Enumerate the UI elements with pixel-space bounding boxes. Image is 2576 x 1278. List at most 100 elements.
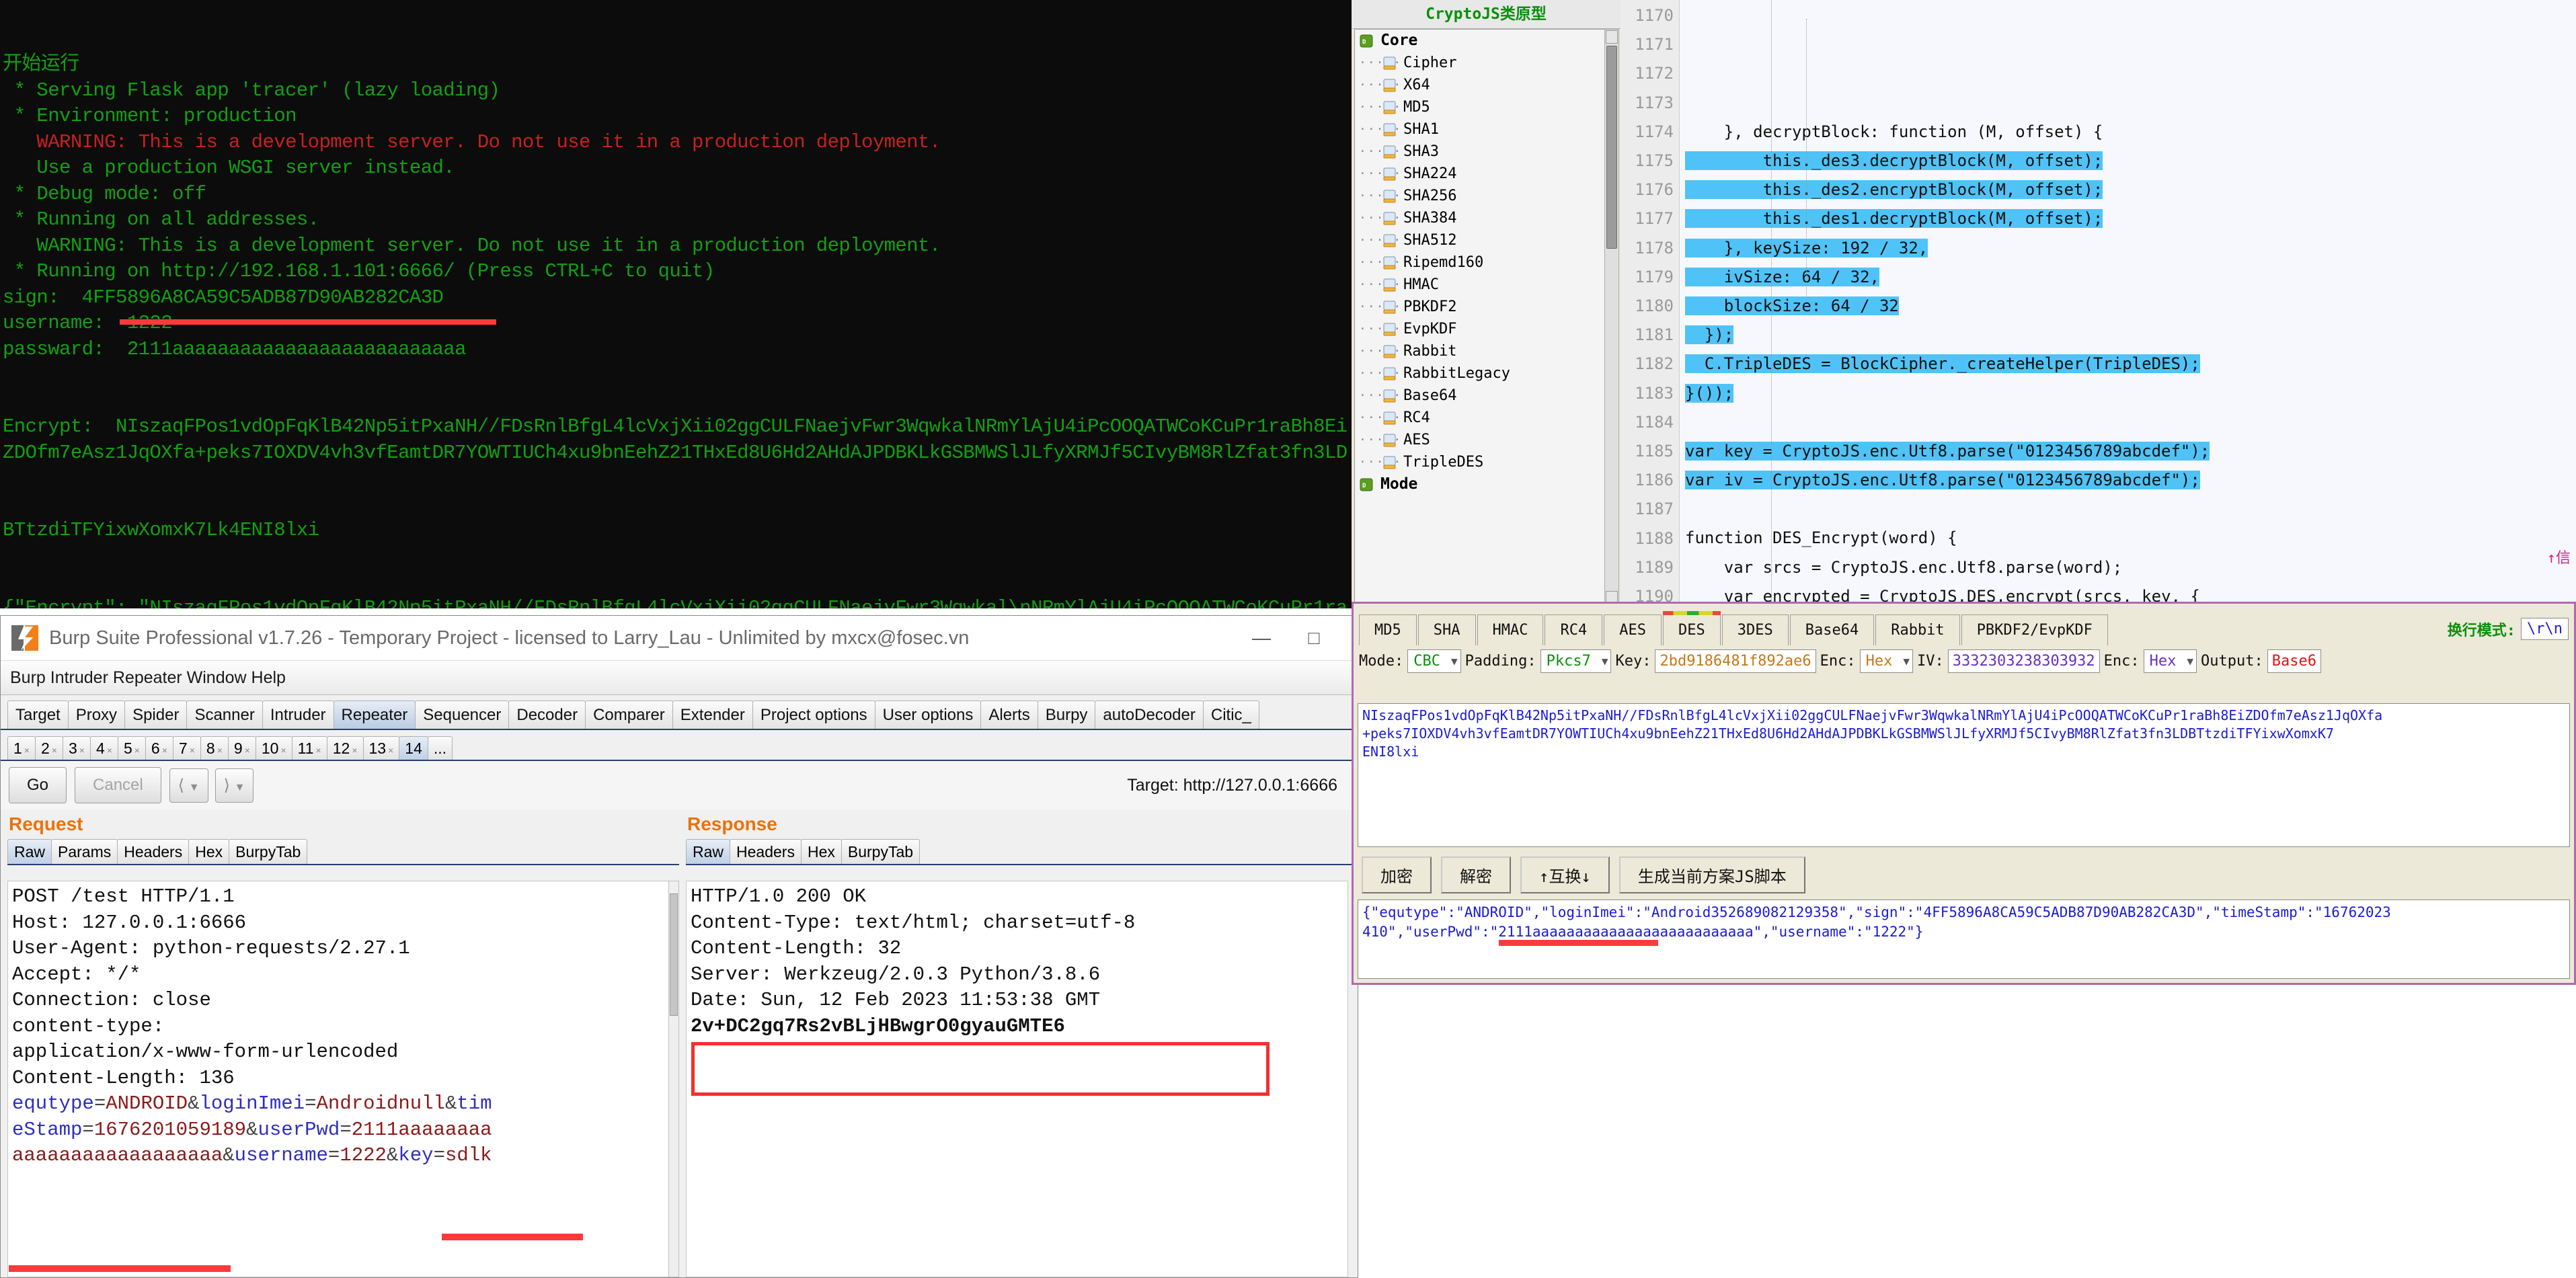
request-subtab-params[interactable]: Params xyxy=(51,839,118,864)
code-line[interactable]: C.TripleDES = BlockCipher._createHelper(… xyxy=(1685,350,2576,378)
burp-tab-decoder[interactable]: Decoder xyxy=(508,701,586,729)
tree-node-sha512[interactable]: ····· SHA512 xyxy=(1355,229,1605,251)
close-icon[interactable]: × xyxy=(134,745,140,756)
crypto-tab-pbkdf2-evpkdf[interactable]: PBKDF2/EvpKDF xyxy=(1961,614,2108,645)
scroll-up-arrow-icon[interactable] xyxy=(1606,30,1618,44)
request-scrollbar[interactable] xyxy=(668,881,679,1277)
tree-node-evpkdf[interactable]: ····· EvpKDF xyxy=(1355,318,1605,340)
code-line[interactable]: this._des3.decryptBlock(M, offset); xyxy=(1685,147,2576,175)
close-icon[interactable]: × xyxy=(280,745,286,756)
close-icon[interactable]: × xyxy=(79,745,85,756)
response-subtabs[interactable]: Raw Headers Hex BurpyTab xyxy=(686,839,1358,865)
code-line[interactable]: var key = CryptoJS.enc.Utf8.parse("01234… xyxy=(1685,437,2576,466)
repeater-tab-11[interactable]: 11 × xyxy=(291,736,327,760)
request-scrollbar-thumb[interactable] xyxy=(670,893,678,1016)
repeater-tab-5[interactable]: 5 × xyxy=(117,736,146,760)
maximize-icon[interactable]: □ xyxy=(1302,627,1325,649)
tree-scrollbar-thumb[interactable] xyxy=(1606,46,1617,249)
request-subtabs[interactable]: Raw Params Headers Hex BurpyTab xyxy=(7,839,679,865)
request-message-body[interactable]: POST /test HTTP/1.1 Host: 127.0.0.1:6666 U… xyxy=(7,881,670,1277)
crypto-tool-window[interactable]: MD5 SHA HMAC RC4 AES DES 3DES Base64 Rabbit PBKDF… xyxy=(1352,602,2576,985)
tree-node-tripledes[interactable]: ····· TripleDES xyxy=(1355,451,1605,473)
repeater-tab-6[interactable]: 6 × xyxy=(145,736,173,760)
repeater-tab-12[interactable]: 12 × xyxy=(326,736,364,760)
crypto-tab-hmac[interactable]: HMAC xyxy=(1477,614,1544,645)
close-icon[interactable]: × xyxy=(107,745,112,756)
code-line[interactable]: }); xyxy=(1685,321,2576,350)
repeater-request-tabs[interactable]: 1 × 2 × 3 × 4 × 5 × 6 × 7 × 8 × 9 × 10 × 11 × 12 × 13 × 14... xyxy=(1,730,1358,761)
tree-node-mode[interactable]: D Mode xyxy=(1355,473,1605,495)
crypto-input-textarea[interactable]: NIszaqFPos1vdOpFqKlB42Np5itPxaNH//FDsRnl… xyxy=(1358,703,2570,847)
repeater-tab-13[interactable]: 13 × xyxy=(362,736,400,760)
code-line[interactable]: blockSize: 64 / 32 xyxy=(1685,292,2576,321)
window-controls[interactable]: — □ xyxy=(1250,627,1358,649)
response-subtab-hex[interactable]: Hex xyxy=(800,839,842,864)
code-line[interactable]: var srcs = CryptoJS.enc.Utf8.parse(word)… xyxy=(1685,553,2576,582)
request-body-params[interactable]: equtype=ANDROID&loginImei=Androidnull&ti… xyxy=(12,1091,665,1169)
chevron-down-icon[interactable]: ▼ xyxy=(1903,655,1910,668)
crypto-tab-3des[interactable]: 3DES xyxy=(1721,614,1789,645)
code-line[interactable]: function DES_Encrypt(word) { xyxy=(1685,524,2576,553)
repeater-tab-7[interactable]: 7 × xyxy=(172,736,201,760)
repeater-tab-8[interactable]: 8 × xyxy=(200,736,229,760)
tree-scrollbar[interactable] xyxy=(1604,29,1619,606)
close-icon[interactable]: × xyxy=(245,745,250,756)
burp-main-tabs[interactable]: Target Proxy Spider Scanner Intruder Repeater… xyxy=(1,695,1358,730)
editor-code-area[interactable]: }, decryptBlock: function (M, offset) { … xyxy=(1685,0,2576,608)
tree-node-sha224[interactable]: ····· SHA224 xyxy=(1355,163,1605,185)
close-icon[interactable]: × xyxy=(162,745,167,756)
burp-tab-autodecoder[interactable]: autoDecoder xyxy=(1095,701,1204,729)
code-line[interactable]: }()); xyxy=(1685,379,2576,408)
code-line[interactable] xyxy=(1685,408,2576,437)
tree-node-core[interactable]: D Core xyxy=(1355,30,1605,52)
tree-node-cipher[interactable]: ····· Cipher xyxy=(1355,52,1605,74)
tree-node-sha256[interactable]: ····· SHA256 xyxy=(1355,185,1605,207)
crypto-tab-sha[interactable]: SHA xyxy=(1417,614,1476,645)
code-line[interactable]: var iv = CryptoJS.enc.Utf8.parse("012345… xyxy=(1685,466,2576,495)
crypto-option-padding[interactable]: Pkcs7 ▼ xyxy=(1540,649,1612,673)
decrypt-button[interactable]: 解密 xyxy=(1441,856,1511,893)
burp-tab-proxy[interactable]: Proxy xyxy=(67,701,126,729)
repeater-tab-9[interactable]: 9 × xyxy=(227,736,256,760)
tree-children[interactable]: ····· Cipher ····· X64 ····· MD5 ····· SHA1 ····… xyxy=(1355,52,1605,473)
go-button[interactable]: Go xyxy=(9,767,67,803)
burp-tab-burpy[interactable]: Burpy xyxy=(1037,701,1096,729)
crypto-option-enc[interactable]: Hex ▼ xyxy=(2143,649,2197,673)
close-icon[interactable]: × xyxy=(316,745,321,756)
response-subtab-headers[interactable]: Headers xyxy=(730,839,802,864)
close-icon[interactable]: × xyxy=(190,745,195,756)
burp-menu-bar[interactable]: Burp Intruder Repeater Window Help xyxy=(1,661,1358,695)
crypto-tab-rc4[interactable]: RC4 xyxy=(1545,614,1603,645)
request-subtab-burpytab[interactable]: BurpyTab xyxy=(229,839,308,864)
close-icon[interactable]: × xyxy=(217,745,223,756)
wrap-mode-control[interactable]: 换行模式: \r\n xyxy=(2448,618,2574,645)
crypto-tab-des[interactable]: DES xyxy=(1662,611,1721,645)
tree-node-sha1[interactable]: ····· SHA1 xyxy=(1355,118,1605,141)
chevron-down-icon[interactable]: ▼ xyxy=(1602,655,1608,668)
repeater-tab-2[interactable]: 2 × xyxy=(34,736,63,760)
close-icon[interactable]: × xyxy=(352,745,357,756)
repeater-controls[interactable]: Go Cancel ⟨ ▼ ⟩ ▼ Target: http://127.0.0… xyxy=(1,761,1358,809)
burp-tab-alerts[interactable]: Alerts xyxy=(980,701,1038,729)
crypto-output-textarea[interactable]: {"equtype":"ANDROID","loginImei":"Androi… xyxy=(1358,900,2570,979)
cryptojs-tree[interactable]: D Core ····· Cipher ····· X64 ····· MD5 ····· S… xyxy=(1354,29,1606,606)
code-line[interactable] xyxy=(1685,495,2576,524)
tree-node-base64[interactable]: ····· Base64 xyxy=(1355,385,1605,407)
swap-button[interactable]: ↑互换↓ xyxy=(1520,856,1610,893)
request-subtab-raw[interactable]: Raw xyxy=(7,839,52,864)
repeater-tab-more[interactable]: ... xyxy=(427,736,453,760)
repeater-tab-3[interactable]: 3 × xyxy=(62,736,91,760)
tree-node-rabbit[interactable]: ····· Rabbit xyxy=(1355,340,1605,362)
crypto-option-key[interactable]: 2bd9186481f892ae6 xyxy=(1655,649,1816,673)
minimize-icon[interactable]: — xyxy=(1250,627,1273,649)
crypto-tab-md5[interactable]: MD5 xyxy=(1359,614,1417,645)
tree-node-rabbitlegacy[interactable]: ····· RabbitLegacy xyxy=(1355,362,1605,385)
close-icon[interactable]: × xyxy=(24,745,30,756)
burp-tab-citic-[interactable]: Citic_ xyxy=(1202,701,1259,729)
close-icon[interactable]: × xyxy=(388,745,393,756)
request-subtab-headers[interactable]: Headers xyxy=(117,839,190,864)
js-code-editor[interactable]: 1170 1171 1172 1173 1174 1175 1176 1177 1178 1179… xyxy=(1621,0,2576,608)
encrypt-button[interactable]: 加密 xyxy=(1362,856,1432,893)
close-icon[interactable]: × xyxy=(52,745,57,756)
code-line[interactable]: }, keySize: 192 / 32, xyxy=(1685,234,2576,263)
